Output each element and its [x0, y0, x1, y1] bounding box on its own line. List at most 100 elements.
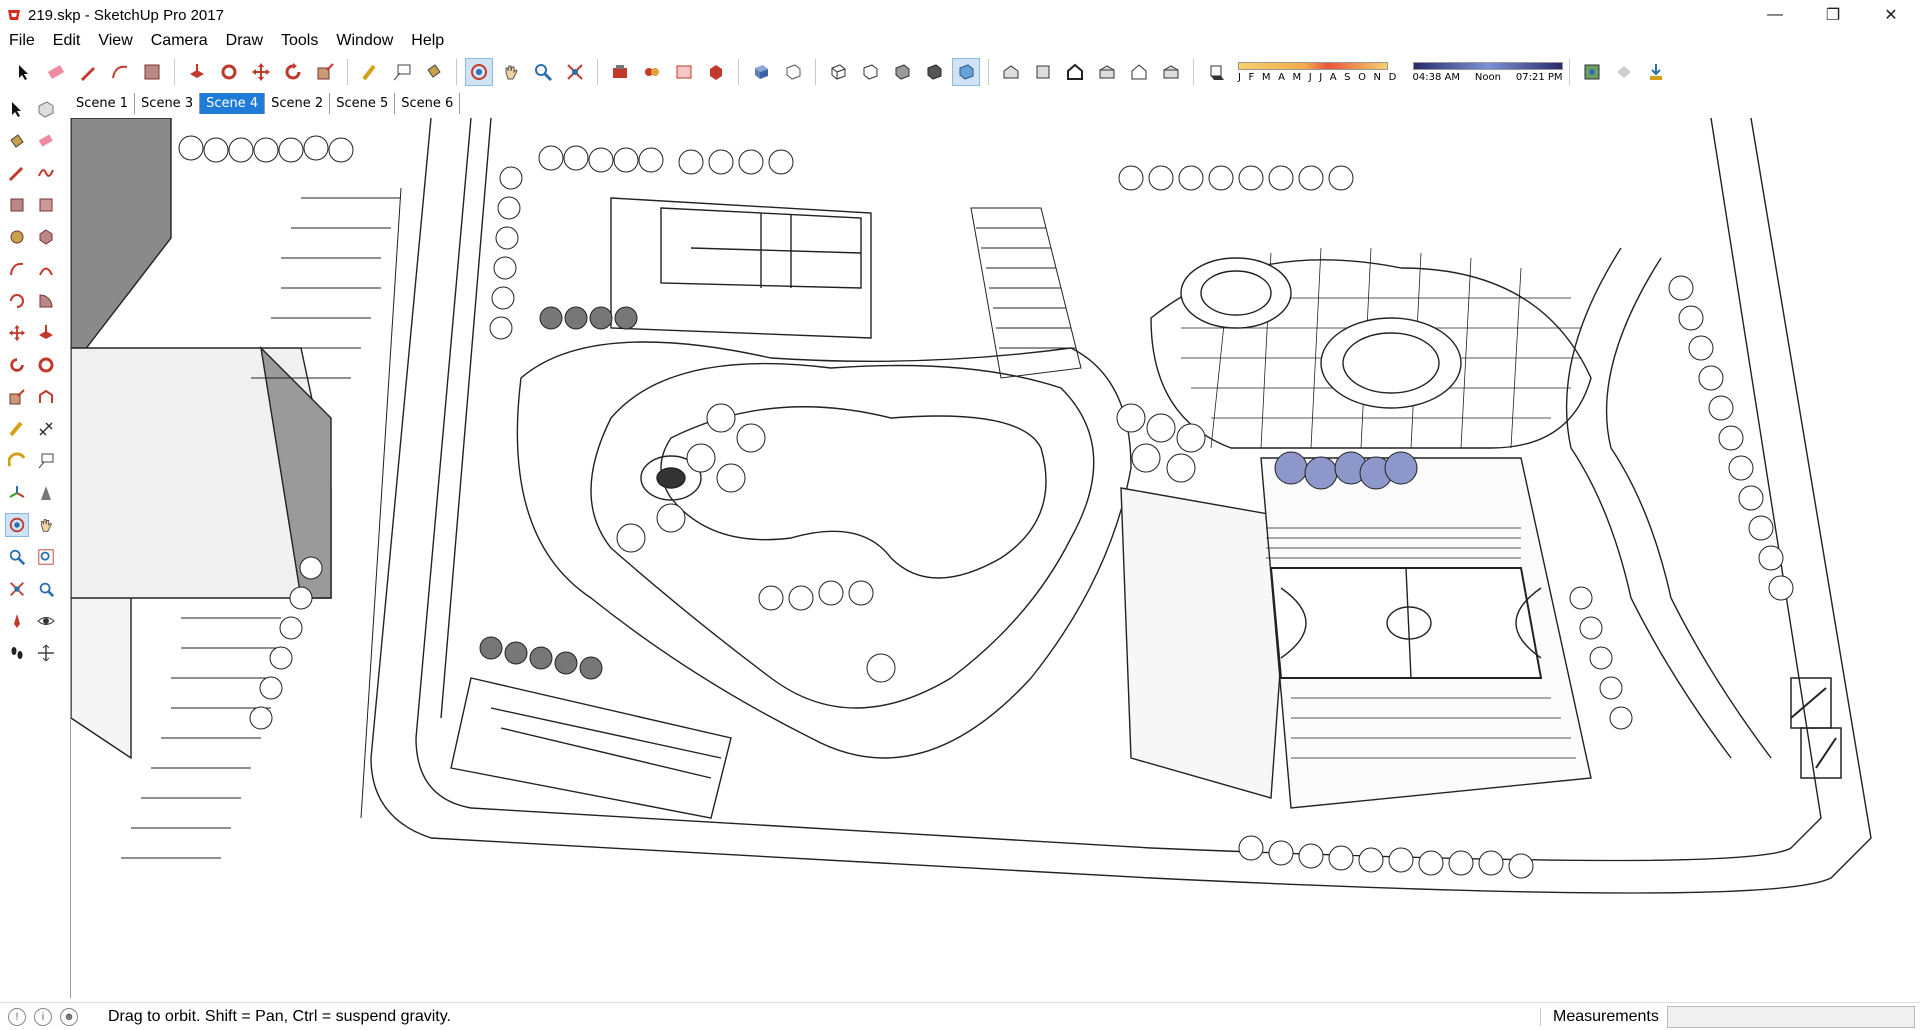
three-point-arc-tool-button[interactable]: [5, 289, 29, 313]
geolocation-status-icon[interactable]: !: [8, 1007, 26, 1026]
offset-tool-button[interactable]: [34, 385, 58, 409]
top-view-button[interactable]: [1029, 58, 1057, 86]
scale-tool-button[interactable]: [311, 58, 339, 86]
sandbox-button[interactable]: [1642, 58, 1670, 86]
tab-scene-2[interactable]: Scene 2: [265, 93, 331, 114]
zoom-tool-button[interactable]: [529, 58, 557, 86]
zoom-extents-tool-button[interactable]: [5, 577, 29, 601]
menu-camera[interactable]: Camera: [142, 30, 217, 52]
previous-view-button[interactable]: [34, 577, 58, 601]
rotate-tool-button[interactable]: [5, 353, 29, 377]
eraser-tool-button[interactable]: [42, 58, 70, 86]
maximize-button[interactable]: ❐: [1804, 0, 1862, 30]
tab-scene-3[interactable]: Scene 3: [135, 93, 201, 114]
menu-view[interactable]: View: [89, 30, 141, 52]
zoom-tool-button[interactable]: [5, 545, 29, 569]
3d-text-tool-button[interactable]: [34, 481, 58, 505]
tab-scene-5[interactable]: Scene 5: [330, 93, 396, 114]
dimension-tool-button[interactable]: [34, 417, 58, 441]
push-pull-tool-button[interactable]: [183, 58, 211, 86]
hidden-line-button[interactable]: [856, 58, 884, 86]
wireframe-button[interactable]: [824, 58, 852, 86]
position-camera-tool-button[interactable]: [5, 609, 29, 633]
text-tool-button[interactable]: [388, 58, 416, 86]
materials-button[interactable]: [638, 58, 666, 86]
pan-tool-button[interactable]: [34, 513, 58, 537]
circle-tool-button[interactable]: [5, 225, 29, 249]
shaded-textures-button[interactable]: [920, 58, 948, 86]
paint-bucket-tool-button[interactable]: [5, 129, 29, 153]
components-button[interactable]: [606, 58, 634, 86]
tree-cluster-dark-top: [539, 306, 638, 330]
text-tool-button[interactable]: [34, 449, 58, 473]
photo-texture-button[interactable]: [1610, 58, 1638, 86]
scale-tool-button[interactable]: [5, 385, 29, 409]
axes-tool-button[interactable]: [5, 481, 29, 505]
look-around-tool-button[interactable]: [34, 609, 58, 633]
arc-tool-button[interactable]: [5, 257, 29, 281]
push-pull-tool-button[interactable]: [34, 321, 58, 345]
left-view-button[interactable]: [1157, 58, 1185, 86]
monochrome-button[interactable]: [952, 58, 980, 86]
shadows-toggle-button[interactable]: [1202, 58, 1230, 86]
two-point-arc-tool-button[interactable]: [34, 257, 58, 281]
menu-tools[interactable]: Tools: [272, 30, 327, 52]
walk-tool-button[interactable]: [5, 641, 29, 665]
section-plane-tool-button[interactable]: [34, 641, 58, 665]
polygon-tool-button[interactable]: [34, 225, 58, 249]
follow-me-tool-button[interactable]: [34, 353, 58, 377]
close-button[interactable]: ✕: [1862, 0, 1920, 30]
freehand-tool-button[interactable]: [34, 161, 58, 185]
line-tool-button[interactable]: [5, 161, 29, 185]
orbit-tool-button[interactable]: [465, 58, 493, 86]
credits-status-icon[interactable]: i: [34, 1007, 52, 1026]
back-view-house-icon: [1131, 64, 1147, 80]
arc-tool-button[interactable]: [106, 58, 134, 86]
geo-location-button[interactable]: [1578, 58, 1606, 86]
iso-view-button[interactable]: [997, 58, 1025, 86]
rectangle-tool-button[interactable]: [138, 58, 166, 86]
right-view-button[interactable]: [1093, 58, 1121, 86]
back-edges-button[interactable]: [779, 58, 807, 86]
select-tool-button[interactable]: [5, 97, 29, 121]
menu-window[interactable]: Window: [327, 30, 402, 52]
rotate-tool-button[interactable]: [279, 58, 307, 86]
shaded-button[interactable]: [888, 58, 916, 86]
select-tool-button[interactable]: [10, 58, 38, 86]
move-tool-button[interactable]: [5, 321, 29, 345]
3d-warehouse-button[interactable]: [702, 58, 730, 86]
menu-edit[interactable]: Edit: [44, 30, 90, 52]
front-view-button[interactable]: [1061, 58, 1089, 86]
xray-button[interactable]: [747, 58, 775, 86]
pencil-tool-button[interactable]: [74, 58, 102, 86]
follow-me-tool-button[interactable]: [215, 58, 243, 86]
orbit-tool-button[interactable]: [5, 513, 29, 537]
zoom-window-tool-button[interactable]: [34, 545, 58, 569]
eraser-tool-button[interactable]: [34, 129, 58, 153]
tape-measure-tool-button[interactable]: [356, 58, 384, 86]
pan-tool-button[interactable]: [497, 58, 525, 86]
user-account-icon[interactable]: ☻: [60, 1007, 78, 1026]
styles-button[interactable]: [670, 58, 698, 86]
rotated-rectangle-tool-button[interactable]: [34, 193, 58, 217]
menu-draw[interactable]: Draw: [217, 30, 272, 52]
menu-help[interactable]: Help: [402, 30, 453, 52]
tape-measure-tool-button[interactable]: [5, 417, 29, 441]
zoom-extents-tool-button[interactable]: [561, 58, 589, 86]
make-component-button[interactable]: [34, 97, 58, 121]
tab-scene-6[interactable]: Scene 6: [395, 93, 461, 114]
shadow-date-slider[interactable]: J F M A M J J A S O N D: [1238, 61, 1399, 83]
model-viewport[interactable]: [70, 118, 1920, 998]
pie-tool-button[interactable]: [34, 289, 58, 313]
move-tool-button[interactable]: [247, 58, 275, 86]
protractor-tool-button[interactable]: [5, 449, 29, 473]
shadow-time-slider[interactable]: 04:38 AM Noon 07:21 PM: [1412, 61, 1563, 83]
minimize-button[interactable]: —: [1746, 0, 1804, 30]
tab-scene-4[interactable]: Scene 4: [200, 93, 266, 114]
measurements-input[interactable]: [1667, 1006, 1915, 1028]
rectangle-tool-button[interactable]: [5, 193, 29, 217]
paint-bucket-tool-button[interactable]: [420, 58, 448, 86]
menu-file[interactable]: File: [0, 30, 44, 52]
back-view-button[interactable]: [1125, 58, 1153, 86]
tab-scene-1[interactable]: Scene 1: [70, 93, 136, 114]
